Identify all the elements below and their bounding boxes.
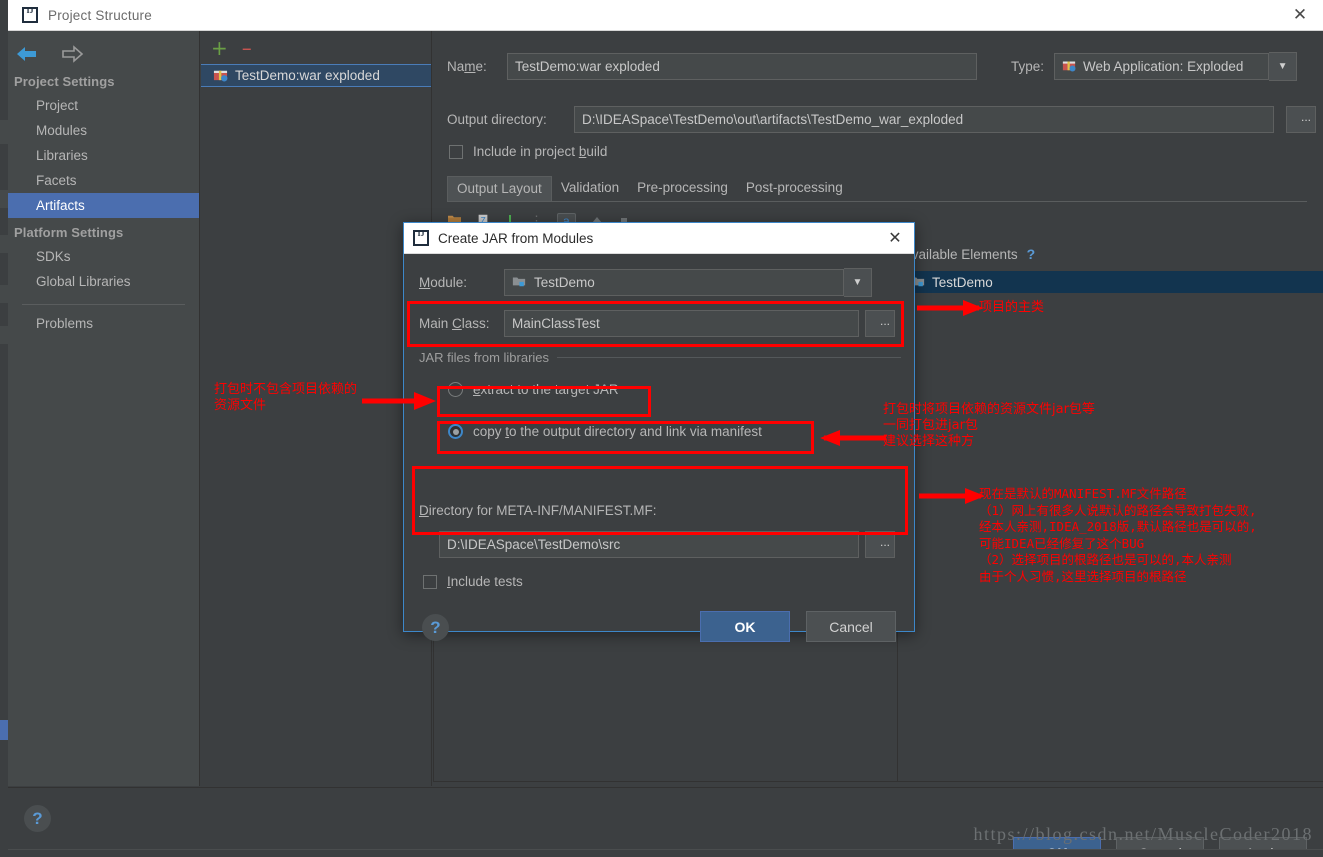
sidebar-item-sdks[interactable]: SDKs: [8, 244, 199, 269]
tab-pre-processing[interactable]: Pre-processing: [628, 176, 737, 201]
extract-radio[interactable]: [448, 382, 463, 397]
intellij-logo-icon: [413, 230, 429, 246]
window-close-button[interactable]: ✕: [1291, 7, 1309, 25]
available-element-label: TestDemo: [932, 275, 993, 290]
intellij-logo-icon: [22, 7, 38, 23]
annotation-text-copy: 打包时将项目依赖的资源文件jar包等 一同打包进jar包 建议选择这种方: [883, 402, 1095, 450]
copy-radio-label: copy to the output directory and link vi…: [473, 424, 762, 439]
sidebar-section-project-settings: Project Settings: [8, 67, 199, 93]
extract-to-target-jar-option[interactable]: extract to the target JAR: [448, 382, 619, 397]
copy-radio[interactable]: [448, 424, 463, 439]
module-icon: [512, 274, 526, 291]
available-elements-header: Available Elements ?: [903, 246, 1035, 262]
include-in-project-build-checkbox[interactable]: [449, 145, 463, 159]
remove-artifact-button[interactable]: –: [242, 38, 252, 58]
module-label: Module:: [419, 275, 504, 290]
main-class-browse-button[interactable]: ...: [865, 310, 895, 337]
include-in-project-build-label: Include in project build: [473, 144, 607, 159]
watermark: https://blog.csdn.net/MuscleCoder2018: [974, 824, 1313, 845]
screen: Project Structure ✕ Project Settings Pro…: [0, 0, 1323, 857]
help-button[interactable]: ?: [24, 805, 51, 832]
add-artifact-button[interactable]: +: [211, 38, 228, 58]
annotation-text-extract: 打包时不包含项目依赖的 资源文件: [214, 382, 357, 414]
manifest-directory-browse-button[interactable]: ...: [865, 531, 895, 558]
annotation-arrow-main-class: [913, 297, 985, 319]
include-tests-checkbox[interactable]: [423, 575, 437, 589]
main-class-label: Main Class:: [419, 316, 504, 331]
group-divider: [557, 357, 901, 358]
jar-files-group-legend: JAR files from libraries: [419, 350, 549, 365]
manifest-directory-label: Directory for META-INF/MANIFEST.MF:: [419, 503, 657, 518]
window-title: Project Structure: [48, 8, 152, 23]
dialog-footer: ? OK Cancel Apply: [8, 787, 1323, 857]
create-jar-dialog-title: Create JAR from Modules: [438, 231, 593, 246]
sidebar-item-artifacts[interactable]: Artifacts: [8, 193, 199, 218]
extract-radio-label: extract to the target JAR: [473, 382, 619, 397]
sidebar-section-platform-settings: Platform Settings: [8, 218, 199, 244]
create-jar-ok-button[interactable]: OK: [700, 611, 790, 642]
settings-sidebar: Project Settings Project Modules Librari…: [8, 31, 200, 786]
type-value: Web Application: Exploded: [1083, 59, 1243, 74]
sidebar-item-facets[interactable]: Facets: [8, 168, 199, 193]
sidebar-item-project[interactable]: Project: [8, 93, 199, 118]
type-dropdown-arrow-icon[interactable]: ▼: [1269, 52, 1297, 81]
sidebar-item-modules[interactable]: Modules: [8, 118, 199, 143]
artifacts-toolbar: + –: [201, 31, 431, 64]
available-elements-help-icon[interactable]: ?: [1027, 246, 1036, 262]
type-label: Type:: [1011, 59, 1044, 74]
available-element-row[interactable]: TestDemo: [903, 271, 1323, 293]
copy-to-output-option[interactable]: copy to the output directory and link vi…: [448, 424, 762, 439]
window-titlebar: Project Structure ✕: [8, 0, 1323, 31]
back-arrow-icon[interactable]: [14, 43, 40, 67]
bottom-edge: [8, 849, 1323, 857]
navigation-arrows: [8, 31, 199, 67]
name-label: Name:: [447, 59, 507, 74]
output-directory-input[interactable]: D:\IDEASpace\TestDemo\out\artifacts\Test…: [574, 106, 1274, 133]
tab-validation[interactable]: Validation: [552, 176, 628, 201]
annotation-text-manifest: 现在是默认的MANIFEST.MF文件路径 （1）网上有很多人说默认的路径会导致…: [979, 486, 1257, 585]
name-input[interactable]: TestDemo:war exploded: [507, 53, 977, 80]
sidebar-item-libraries[interactable]: Libraries: [8, 143, 199, 168]
manifest-directory-input[interactable]: D:\IDEASpace\TestDemo\src: [439, 531, 859, 558]
annotation-arrow-manifest: [915, 485, 987, 507]
available-elements-label: Available Elements: [903, 247, 1018, 262]
include-tests-label: Include tests: [447, 574, 523, 589]
artifact-item-label: TestDemo:war exploded: [235, 68, 380, 83]
annotation-text-main-class: 项目的主类: [979, 300, 1044, 316]
artifact-list-item[interactable]: TestDemo:war exploded: [201, 64, 431, 87]
editor-tabs: Output Layout Validation Pre-processing …: [447, 176, 1307, 202]
main-class-input[interactable]: MainClassTest: [504, 310, 859, 337]
create-jar-help-button[interactable]: ?: [422, 614, 449, 641]
output-directory-label: Output directory:: [447, 112, 574, 127]
module-select[interactable]: TestDemo: [504, 269, 844, 296]
sidebar-item-problems[interactable]: Problems: [8, 311, 199, 336]
create-jar-dialog-titlebar: Create JAR from Modules ✕: [404, 223, 914, 254]
tab-post-processing[interactable]: Post-processing: [737, 176, 852, 201]
sidebar-divider: [22, 304, 185, 305]
create-jar-dialog-close-button[interactable]: ✕: [886, 229, 904, 247]
web-application-icon: [1062, 58, 1076, 75]
sidebar-item-global-libraries[interactable]: Global Libraries: [8, 269, 199, 294]
annotation-arrow-copy: [818, 427, 890, 449]
create-jar-cancel-button[interactable]: Cancel: [806, 611, 896, 642]
forward-arrow-icon[interactable]: [60, 43, 86, 67]
tab-output-layout[interactable]: Output Layout: [447, 176, 552, 201]
artifact-icon: [213, 67, 228, 85]
type-select[interactable]: Web Application: Exploded: [1054, 53, 1269, 80]
create-jar-dialog-buttons: OK Cancel: [700, 611, 896, 642]
module-dropdown-arrow-icon[interactable]: ▼: [844, 268, 872, 297]
annotation-arrow-extract: [360, 390, 440, 412]
module-value: TestDemo: [534, 275, 595, 290]
output-directory-browse-button[interactable]: ...: [1286, 106, 1316, 133]
